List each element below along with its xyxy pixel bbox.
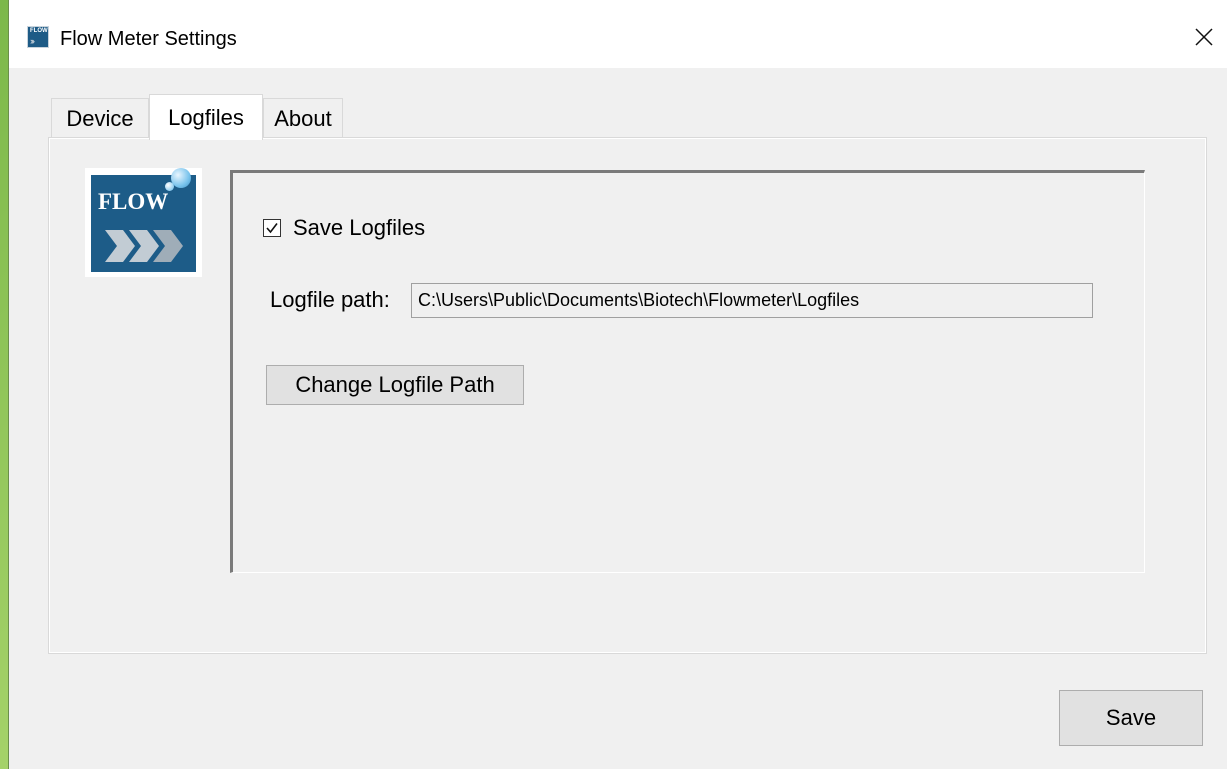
small-bubble-icon (165, 182, 174, 191)
title-bar: FLOW ››› Flow Meter Settings (9, 0, 1227, 68)
checkmark-icon (266, 223, 278, 234)
tab-device[interactable]: Device (51, 98, 149, 138)
flow-app-icon: FLOW ››› (27, 26, 49, 48)
logfile-path-label: Logfile path: (270, 287, 390, 312)
checkbox-box[interactable] (263, 219, 281, 237)
tab-logfiles[interactable]: Logfiles (149, 94, 263, 140)
flow-logo: FLOW (85, 168, 202, 277)
bubble-icon (171, 168, 191, 188)
chevrons-icon (105, 230, 183, 262)
save-button[interactable]: Save (1059, 690, 1203, 746)
flow-logo-badge: FLOW (91, 175, 196, 272)
window-title: Flow Meter Settings (60, 28, 237, 50)
close-button[interactable] (1181, 14, 1227, 60)
save-logfiles-label: Save Logfiles (293, 215, 426, 240)
settings-window: FLOW ››› Flow Meter Settings Device Logf… (9, 0, 1227, 769)
change-logfile-path-button[interactable]: Change Logfile Path (266, 365, 524, 405)
tab-about[interactable]: About (263, 98, 343, 138)
logfile-path-field[interactable] (411, 283, 1093, 318)
close-icon (1195, 28, 1213, 46)
save-logfiles-checkbox[interactable]: Save Logfiles (263, 215, 425, 241)
